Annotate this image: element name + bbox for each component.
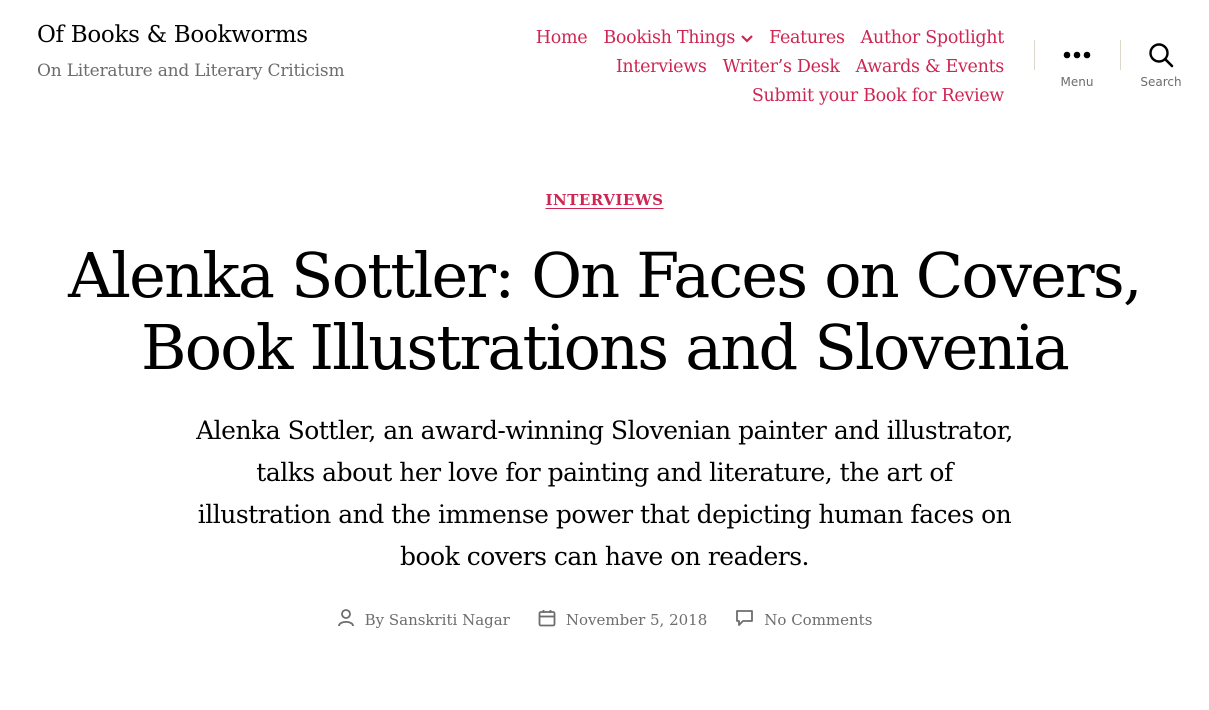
post-excerpt: Alenka Sottler, an award-winning Sloveni… [196, 416, 1013, 571]
nav-item-awards-events[interactable]: Awards & Events [856, 57, 1005, 78]
site-description: On Literature and Literary Criticism [37, 61, 345, 81]
nav-item-author-spotlight[interactable]: Author Spotlight [861, 28, 1005, 49]
post-meta: By Sanskriti Nagar November 5, 2018 No C… [0, 608, 1209, 631]
menu-toggle-button[interactable]: Menu [1042, 38, 1112, 89]
comment-icon [735, 609, 754, 631]
nav-item-writers-desk[interactable]: Writer’s Desk [723, 57, 840, 78]
primary-navigation: Home Bookish Things Features Author Spot… [444, 28, 1005, 107]
search-toggle-label: Search [1140, 75, 1182, 89]
nav-item-interviews[interactable]: Interviews [616, 57, 707, 78]
author-prefix: By [364, 610, 385, 629]
menu-toggle-label: Menu [1060, 75, 1094, 89]
ellipsis-icon [1063, 38, 1091, 72]
category-link-interviews[interactable]: INTERVIEWS [545, 191, 663, 209]
calendar-icon [538, 609, 556, 631]
post-comments: No Comments [735, 609, 872, 631]
site-title[interactable]: Of Books & Bookworms [37, 22, 308, 48]
chevron-down-icon[interactable] [741, 28, 753, 49]
user-icon [337, 608, 355, 631]
search-toggle-button[interactable]: Search [1126, 38, 1196, 89]
post-title: Alenka Sottler: On Faces on Covers, Book… [68, 239, 1142, 384]
header-divider [1120, 40, 1121, 70]
nav-item-home[interactable]: Home [536, 28, 588, 49]
post-category: INTERVIEWS [0, 190, 1209, 209]
search-icon [1148, 38, 1174, 72]
header-divider [1034, 40, 1035, 70]
nav-item-label: Bookish Things [603, 28, 736, 48]
nav-item-submit-book[interactable]: Submit your Book for Review [752, 86, 1004, 107]
nav-item-features[interactable]: Features [769, 28, 845, 49]
nav-item-bookish-things[interactable]: Bookish Things [603, 28, 753, 49]
comments-link[interactable]: No Comments [764, 611, 872, 629]
author-link[interactable]: Sanskriti Nagar [389, 611, 510, 629]
post-date: November 5, 2018 [538, 609, 707, 631]
post-author: By Sanskriti Nagar [337, 608, 510, 631]
date-link[interactable]: November 5, 2018 [566, 611, 707, 629]
